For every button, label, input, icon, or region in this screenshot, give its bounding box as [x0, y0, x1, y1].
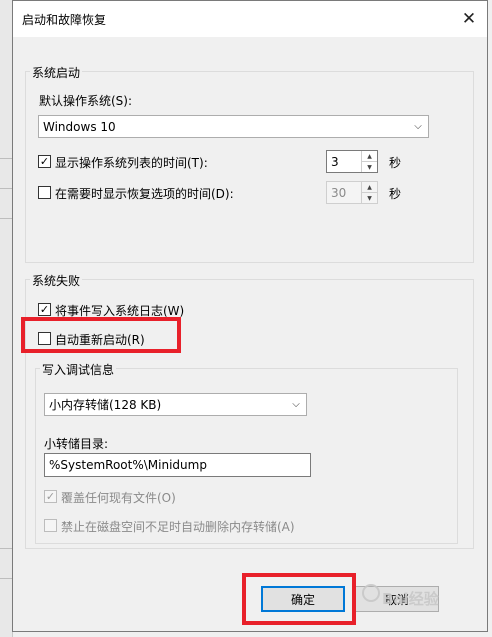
- dialog-title: 启动和故障恢复: [22, 13, 107, 27]
- dump-dir-input[interactable]: %SystemRoot%\Minidump: [44, 453, 311, 477]
- dump-dir-value: %SystemRoot%\Minidump: [49, 458, 207, 472]
- background-divider: [0, 218, 12, 219]
- show-recovery-checkbox[interactable]: [38, 186, 51, 199]
- highlight-ok-button: [242, 573, 356, 625]
- dump-type-select[interactable]: 小内存转储(128 KB) ⌵: [44, 393, 307, 416]
- spin-down-icon[interactable]: ▼: [362, 161, 377, 172]
- startup-recovery-dialog: 启动和故障恢复 ✕ 系统启动 默认操作系统(S): Windows 10 ⌵ ✓…: [12, 0, 488, 632]
- overwrite-label: 覆盖任何现有文件(O): [61, 491, 176, 505]
- background-divider: [0, 158, 12, 159]
- background-divider: [0, 548, 12, 549]
- show-os-list-value: 3: [331, 154, 339, 169]
- spin-up-icon[interactable]: ▲: [362, 182, 377, 192]
- screen: 启动和故障恢复 ✕ 系统启动 默认操作系统(S): Windows 10 ⌵ ✓…: [0, 0, 492, 637]
- dump-type-value: 小内存转储(128 KB): [49, 398, 162, 412]
- show-os-list-spinner[interactable]: 3 ▲ ▼: [326, 150, 378, 173]
- chevron-down-icon: ⌵: [292, 399, 300, 410]
- default-os-value: Windows 10: [43, 119, 116, 134]
- close-button[interactable]: ✕: [457, 7, 481, 31]
- watermark-text: Bai经验: [382, 590, 439, 608]
- show-recovery-spinner[interactable]: 30 ▲ ▼: [326, 181, 378, 204]
- show-os-list-unit: 秒: [389, 156, 402, 170]
- spin-up-icon[interactable]: ▲: [362, 151, 377, 161]
- show-os-list-label: 显示操作系统列表的时间(T):: [55, 156, 208, 170]
- show-recovery-unit: 秒: [389, 187, 402, 201]
- default-os-label: 默认操作系统(S):: [39, 94, 133, 108]
- write-event-checkbox[interactable]: ✓: [38, 303, 51, 316]
- background-divider: [0, 578, 12, 579]
- chevron-down-icon: ⌵: [414, 121, 422, 132]
- show-os-list-checkbox[interactable]: ✓: [38, 155, 51, 168]
- disable-auto-delete-label: 禁止在磁盘空间不足时自动删除内存转储(A): [61, 520, 295, 534]
- close-icon: ✕: [461, 9, 477, 29]
- disable-auto-delete-checkbox[interactable]: [44, 519, 57, 532]
- debug-info-label: 写入调试信息: [40, 361, 117, 378]
- highlight-auto-restart: [21, 317, 181, 353]
- spin-down-icon[interactable]: ▼: [362, 192, 377, 203]
- show-recovery-value: 30: [331, 185, 347, 200]
- overwrite-checkbox[interactable]: ✓: [44, 490, 57, 503]
- background-divider: [0, 188, 12, 189]
- dump-dir-label: 小转储目录:: [44, 437, 109, 451]
- system-startup-label: 系统启动: [30, 64, 83, 81]
- system-failure-label: 系统失败: [30, 272, 83, 289]
- show-recovery-label: 在需要时显示恢复选项的时间(D):: [55, 187, 234, 201]
- title-bar: 启动和故障恢复 ✕: [13, 1, 487, 37]
- default-os-select[interactable]: Windows 10 ⌵: [38, 115, 429, 138]
